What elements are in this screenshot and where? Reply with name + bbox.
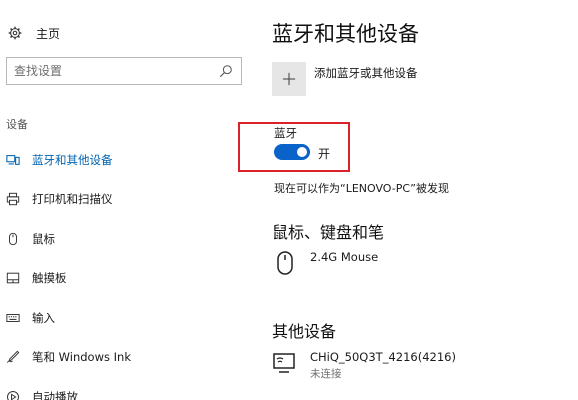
keyboard-icon bbox=[6, 313, 20, 322]
device-display[interactable]: CHiQ_50Q3T_4216(4216) 未连接 bbox=[272, 350, 456, 381]
sidebar-item-label: 笔和 Windows Ink bbox=[32, 350, 131, 365]
mouse-icon bbox=[9, 232, 17, 245]
mouse-icon bbox=[277, 251, 293, 275]
search-icon[interactable] bbox=[219, 64, 233, 78]
sidebar-item-label: 触摸板 bbox=[32, 271, 67, 286]
bluetooth-toggle[interactable] bbox=[274, 144, 310, 160]
sidebar-item-typing[interactable]: 输入 bbox=[0, 298, 262, 338]
sidebar-item-label: 打印机和扫描仪 bbox=[32, 192, 113, 207]
sidebar-item-autoplay[interactable]: 自动播放 bbox=[0, 377, 262, 400]
pen-icon bbox=[6, 350, 20, 364]
sidebar: 主页 设备 蓝牙和其他设备 打印机和扫描仪 bbox=[0, 0, 262, 400]
device-status: 未连接 bbox=[310, 368, 342, 380]
add-device-button[interactable] bbox=[272, 62, 306, 96]
gear-icon bbox=[8, 26, 22, 40]
autoplay-icon bbox=[7, 390, 19, 400]
device-mouse[interactable]: 2.4G Mouse bbox=[272, 250, 378, 276]
mouse-keyboard-pen-title: 鼠标、键盘和笔 bbox=[272, 223, 385, 242]
plus-icon bbox=[282, 72, 296, 86]
device-name: 2.4G Mouse bbox=[310, 250, 379, 264]
sidebar-item-label: 输入 bbox=[32, 310, 55, 325]
printer-icon bbox=[6, 193, 20, 206]
display-icon bbox=[273, 353, 295, 373]
page-title: 蓝牙和其他设备 bbox=[272, 22, 419, 46]
home-label: 主页 bbox=[36, 26, 61, 41]
touchpad-icon bbox=[6, 272, 20, 284]
search-box[interactable] bbox=[6, 57, 242, 85]
sidebar-item-touchpad[interactable]: 触摸板 bbox=[0, 259, 262, 299]
home-link[interactable]: 主页 bbox=[8, 22, 60, 44]
sidebar-item-pen[interactable]: 笔和 Windows Ink bbox=[0, 338, 262, 378]
bluetooth-label: 蓝牙 bbox=[274, 126, 297, 140]
toggle-knob bbox=[297, 147, 307, 157]
sidebar-item-bluetooth[interactable]: 蓝牙和其他设备 bbox=[0, 140, 262, 180]
device-name: CHiQ_50Q3T_4216(4216) bbox=[310, 350, 456, 364]
other-devices-title: 其他设备 bbox=[272, 322, 337, 341]
sidebar-item-printers[interactable]: 打印机和扫描仪 bbox=[0, 180, 262, 220]
bluetooth-devices-icon bbox=[6, 154, 20, 165]
bluetooth-toggle-state: 开 bbox=[318, 147, 331, 161]
sidebar-nav: 蓝牙和其他设备 打印机和扫描仪 鼠标 触摸板 输入 笔和 Windows Ink… bbox=[0, 140, 262, 400]
sidebar-item-label: 鼠标 bbox=[32, 231, 55, 246]
section-label-devices: 设备 bbox=[6, 118, 28, 131]
sidebar-item-mouse[interactable]: 鼠标 bbox=[0, 219, 262, 259]
sidebar-item-label: 蓝牙和其他设备 bbox=[32, 152, 113, 167]
discoverable-text: 现在可以作为“LENOVO-PC”被发现 bbox=[274, 182, 449, 195]
sidebar-item-label: 自动播放 bbox=[32, 389, 78, 400]
search-input[interactable] bbox=[7, 58, 207, 84]
add-device-label[interactable]: 添加蓝牙或其他设备 bbox=[314, 65, 418, 81]
